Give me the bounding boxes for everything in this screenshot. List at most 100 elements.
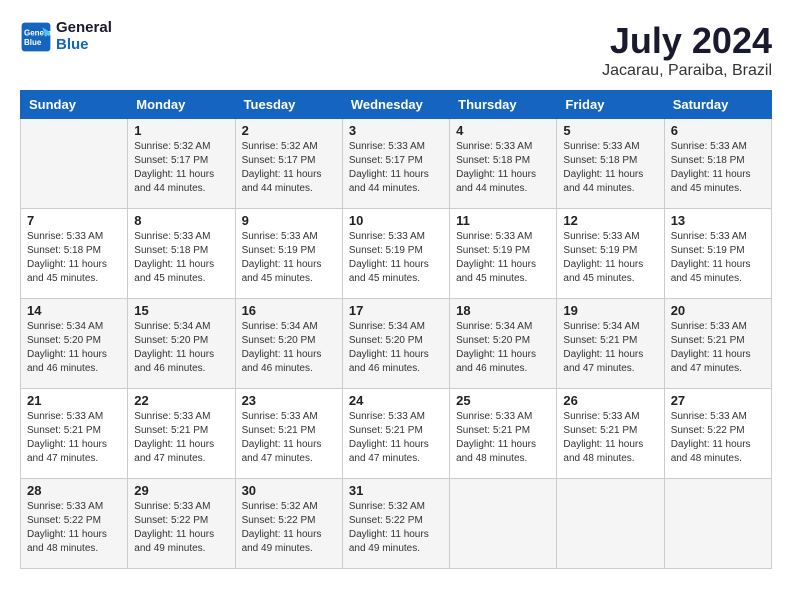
day-info-line: Sunrise: 5:33 AM (349, 410, 443, 424)
day-number: 8 (134, 213, 228, 228)
day-info-line: Sunset: 5:17 PM (242, 154, 336, 168)
day-info-line: Sunrise: 5:33 AM (563, 140, 657, 154)
day-info-line: Sunset: 5:21 PM (27, 424, 121, 438)
day-info-line: Sunrise: 5:33 AM (671, 320, 765, 334)
day-info-line: and 46 minutes. (349, 362, 443, 376)
day-info-line: Sunrise: 5:34 AM (563, 320, 657, 334)
day-number: 17 (349, 303, 443, 318)
header-tuesday: Tuesday (235, 91, 342, 119)
day-info-line: Daylight: 11 hours (456, 438, 550, 452)
day-info-line: Sunrise: 5:33 AM (27, 410, 121, 424)
day-info-line: Daylight: 11 hours (563, 168, 657, 182)
day-info-line: Sunset: 5:19 PM (242, 244, 336, 258)
day-info-line: Daylight: 11 hours (349, 438, 443, 452)
day-number: 5 (563, 123, 657, 138)
day-info-line: Sunset: 5:20 PM (456, 334, 550, 348)
month-title: July 2024 (602, 20, 772, 62)
calendar-cell: 8Sunrise: 5:33 AMSunset: 5:18 PMDaylight… (128, 209, 235, 299)
header-monday: Monday (128, 91, 235, 119)
title-area: July 2024 Jacarau, Paraiba, Brazil (602, 20, 772, 80)
day-info-line: and 47 minutes. (671, 362, 765, 376)
day-number: 29 (134, 483, 228, 498)
calendar-cell: 15Sunrise: 5:34 AMSunset: 5:20 PMDayligh… (128, 299, 235, 389)
svg-text:Blue: Blue (24, 38, 42, 47)
calendar-cell (664, 479, 771, 569)
day-info-line: Sunset: 5:19 PM (456, 244, 550, 258)
day-number: 31 (349, 483, 443, 498)
logo: General Blue General Blue (20, 20, 112, 53)
day-number: 9 (242, 213, 336, 228)
calendar-cell: 12Sunrise: 5:33 AMSunset: 5:19 PMDayligh… (557, 209, 664, 299)
calendar-cell: 6Sunrise: 5:33 AMSunset: 5:18 PMDaylight… (664, 119, 771, 209)
day-info-line: and 47 minutes. (27, 452, 121, 466)
day-info-line: and 45 minutes. (134, 272, 228, 286)
day-info-line: Daylight: 11 hours (134, 438, 228, 452)
day-info-line: and 44 minutes. (456, 182, 550, 196)
calendar-cell: 3Sunrise: 5:33 AMSunset: 5:17 PMDaylight… (342, 119, 449, 209)
day-number: 4 (456, 123, 550, 138)
day-info-line: and 44 minutes. (563, 182, 657, 196)
day-info-line: Sunset: 5:21 PM (456, 424, 550, 438)
day-info-line: and 45 minutes. (349, 272, 443, 286)
day-info-line: Sunset: 5:20 PM (134, 334, 228, 348)
day-info-line: Daylight: 11 hours (349, 348, 443, 362)
day-number: 1 (134, 123, 228, 138)
day-info-line: Sunset: 5:21 PM (563, 424, 657, 438)
day-info-line: and 46 minutes. (27, 362, 121, 376)
day-info-line: and 44 minutes. (242, 182, 336, 196)
day-info-line: Sunrise: 5:33 AM (456, 410, 550, 424)
day-number: 16 (242, 303, 336, 318)
day-info-line: and 49 minutes. (242, 542, 336, 556)
day-info-line: and 47 minutes. (134, 452, 228, 466)
day-info-line: Sunset: 5:21 PM (349, 424, 443, 438)
day-number: 12 (563, 213, 657, 228)
calendar-cell (21, 119, 128, 209)
day-info-line: and 45 minutes. (671, 272, 765, 286)
header-thursday: Thursday (450, 91, 557, 119)
day-info-line: Sunset: 5:22 PM (349, 514, 443, 528)
day-info-line: Daylight: 11 hours (671, 438, 765, 452)
calendar-cell: 27Sunrise: 5:33 AMSunset: 5:22 PMDayligh… (664, 389, 771, 479)
day-info-line: Sunset: 5:22 PM (671, 424, 765, 438)
day-number: 28 (27, 483, 121, 498)
day-info-line: Sunset: 5:19 PM (563, 244, 657, 258)
day-info-line: Daylight: 11 hours (27, 258, 121, 272)
calendar-cell (450, 479, 557, 569)
day-info-line: Daylight: 11 hours (349, 168, 443, 182)
day-number: 6 (671, 123, 765, 138)
day-number: 18 (456, 303, 550, 318)
location-title: Jacarau, Paraiba, Brazil (602, 62, 772, 80)
day-info-line: Daylight: 11 hours (671, 348, 765, 362)
day-info-line: Sunset: 5:18 PM (563, 154, 657, 168)
day-info-line: Sunrise: 5:33 AM (671, 140, 765, 154)
day-info-line: Daylight: 11 hours (456, 168, 550, 182)
day-number: 20 (671, 303, 765, 318)
logo-blue: Blue (56, 37, 112, 54)
day-info-line: Sunset: 5:22 PM (134, 514, 228, 528)
day-info-line: Sunset: 5:21 PM (671, 334, 765, 348)
day-info-line: Sunrise: 5:33 AM (349, 230, 443, 244)
header-sunday: Sunday (21, 91, 128, 119)
day-number: 27 (671, 393, 765, 408)
day-info-line: and 46 minutes. (242, 362, 336, 376)
calendar-cell: 20 Sunrise: 5:33 AMSunset: 5:21 PMDayligh… (664, 299, 771, 389)
calendar-cell: 10Sunrise: 5:33 AMSunset: 5:19 PMDayligh… (342, 209, 449, 299)
calendar-cell: 31Sunrise: 5:32 AMSunset: 5:22 PMDayligh… (342, 479, 449, 569)
day-info-line: and 45 minutes. (563, 272, 657, 286)
calendar-cell: 28Sunrise: 5:33 AMSunset: 5:22 PMDayligh… (21, 479, 128, 569)
day-info-line: Sunrise: 5:32 AM (242, 140, 336, 154)
day-info-line: Sunset: 5:18 PM (134, 244, 228, 258)
day-info-line: and 44 minutes. (349, 182, 443, 196)
day-number: 26 (563, 393, 657, 408)
day-info-line: and 48 minutes. (671, 452, 765, 466)
day-number: 23 (242, 393, 336, 408)
day-info-line: and 47 minutes. (563, 362, 657, 376)
day-info-line: Sunset: 5:22 PM (27, 514, 121, 528)
day-info-line: and 45 minutes. (242, 272, 336, 286)
day-info-line: Sunrise: 5:33 AM (27, 230, 121, 244)
day-info-line: and 45 minutes. (456, 272, 550, 286)
page-header: General Blue General Blue July 2024 Jaca… (20, 20, 772, 80)
day-info-line: Daylight: 11 hours (134, 258, 228, 272)
logo-icon: General Blue (20, 21, 52, 53)
calendar-cell: 29Sunrise: 5:33 AMSunset: 5:22 PMDayligh… (128, 479, 235, 569)
